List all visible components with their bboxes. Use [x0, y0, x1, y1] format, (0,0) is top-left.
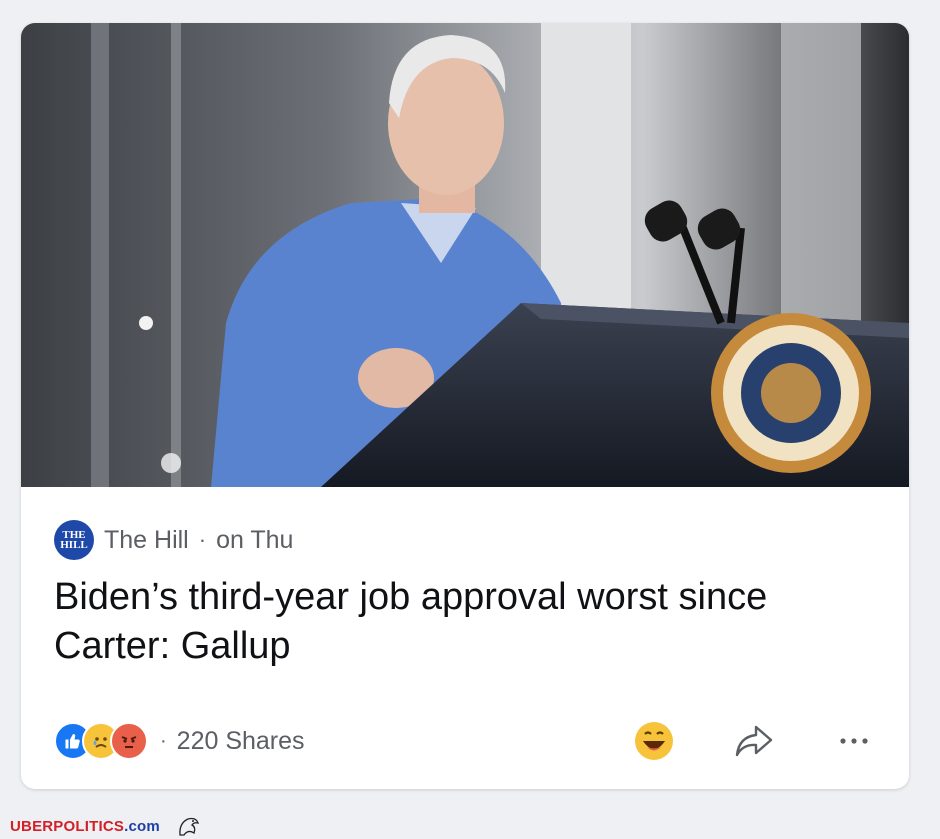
meta-separator: ·: [198, 527, 207, 552]
site-watermark: UBERPOLITICS.com: [10, 815, 202, 837]
watermark-brand: UBERPOLITICS: [10, 817, 125, 835]
share-icon: [735, 725, 773, 757]
article-image[interactable]: [21, 23, 909, 487]
source-logo-text: THE HILL: [60, 529, 88, 551]
reaction-summary[interactable]: [54, 722, 148, 760]
source-name[interactable]: The Hill: [104, 526, 189, 555]
timestamp: on Thu: [216, 525, 294, 554]
more-options-button[interactable]: [832, 719, 876, 763]
post-meta: THE HILL The Hill · on Thu: [54, 520, 293, 560]
post-footer: · 220 Shares: [54, 718, 876, 764]
laughing-face-icon: [635, 722, 673, 760]
news-card[interactable]: THE HILL The Hill · on Thu Biden’s third…: [21, 23, 909, 789]
shares-separator: ·: [160, 729, 167, 752]
angry-face-icon: [110, 722, 148, 760]
watermark-domain: .com: [124, 817, 160, 835]
share-count[interactable]: 220 Shares: [177, 727, 305, 756]
source-logo[interactable]: THE HILL: [54, 520, 94, 560]
post-actions: [632, 719, 876, 763]
react-button[interactable]: [632, 719, 676, 763]
eagle-icon: [179, 817, 199, 836]
share-button[interactable]: [732, 719, 776, 763]
more-icon: [840, 738, 868, 744]
headline[interactable]: Biden’s third-year job approval worst si…: [54, 573, 884, 671]
watermark-text: UBERPOLITICS.com: [10, 818, 160, 835]
